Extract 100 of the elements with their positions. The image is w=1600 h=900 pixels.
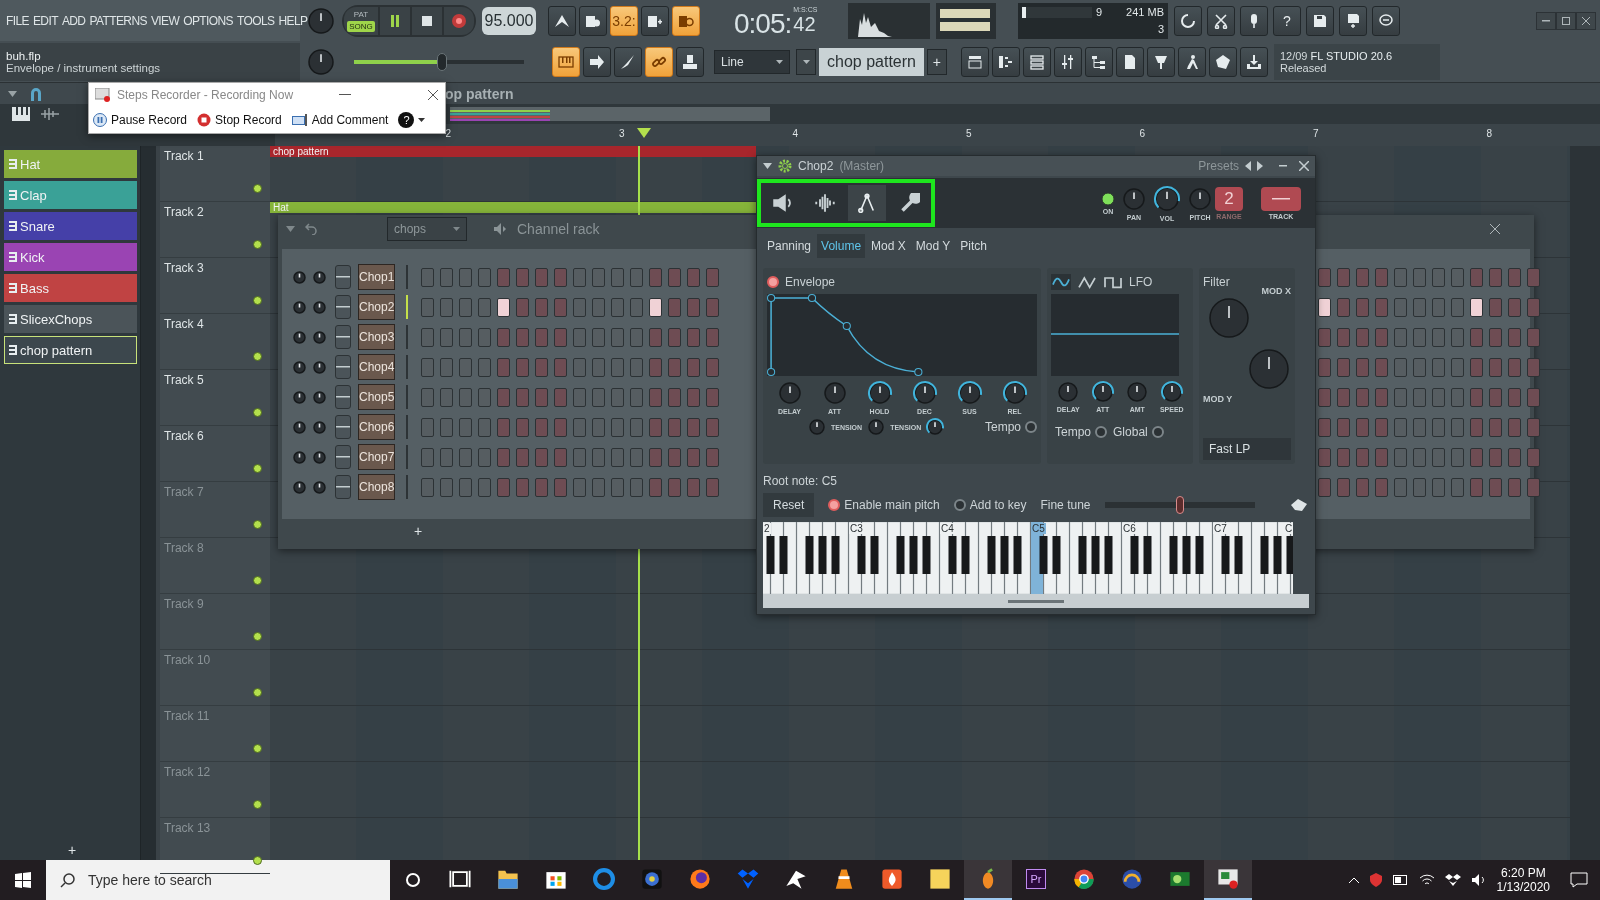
channel-button[interactable]: Chop7: [358, 444, 396, 470]
fine-tune-label: Fine tune: [1040, 498, 1091, 512]
window-subtitle: (Master): [839, 159, 885, 173]
cpu-reading: 9: [1096, 6, 1103, 18]
section-title: Filter: [1203, 275, 1230, 289]
section-title: LFO: [1129, 275, 1153, 289]
playlist-title[interactable]: op pattern: [445, 85, 514, 102]
bar-number: 8: [1486, 128, 1493, 139]
channel-button[interactable]: Chop2: [358, 294, 396, 320]
snap-dropdown[interactable]: Line: [714, 49, 790, 74]
track-name: Track 3: [164, 261, 204, 275]
octave-label: C7: [1213, 523, 1228, 534]
pattern-name: Bass: [20, 280, 49, 296]
target-tab[interactable]: Panning: [763, 234, 816, 258]
menu-item[interactable]: OPTIONS: [183, 13, 233, 28]
group-dropdown[interactable]: chops: [387, 217, 467, 241]
bar-number: 7: [1313, 128, 1319, 139]
tempo-display[interactable]: 95.000: [482, 6, 536, 35]
search-field[interactable]: Type here to search: [46, 860, 390, 900]
filter-type-dropdown[interactable]: Fast LP: [1203, 438, 1291, 460]
menu-item[interactable]: TOOLS: [236, 13, 275, 28]
track-name: Track 8: [164, 541, 204, 555]
pattern-song-switch[interactable]: PAT SONG: [344, 6, 378, 35]
option-label: Tempo: [984, 420, 1021, 434]
add-channel-button[interactable]: +: [407, 523, 429, 539]
channel-button[interactable]: Chop3: [358, 324, 396, 350]
octave-label: C5: [1031, 523, 1046, 534]
bar-number: 5: [966, 128, 972, 139]
menu-item[interactable]: EDIT: [32, 13, 58, 28]
pattern-name: chop pattern: [20, 342, 93, 358]
pattern-item[interactable]: SlicexChops: [4, 305, 137, 333]
option-label: Tempo: [1055, 425, 1092, 439]
octave-label: C3: [849, 523, 864, 534]
control-label: MOD X: [1261, 286, 1291, 296]
window-title: Steps Recorder - Recording Now: [117, 88, 294, 102]
add-button[interactable]: +: [61, 842, 83, 858]
target-tab[interactable]: Mod Y: [911, 234, 955, 258]
menu-item[interactable]: PATTERNS: [89, 13, 147, 28]
time-signature-button[interactable]: 3.2:: [610, 5, 638, 36]
track-name: Track 13: [164, 821, 211, 835]
add-pattern-button[interactable]: +: [926, 48, 947, 75]
channel-button[interactable]: Chop4: [358, 354, 396, 380]
reset-button[interactable]: Reset: [763, 493, 815, 517]
root-note-label: Root note: C5: [763, 474, 838, 488]
option-label: Global: [1113, 425, 1148, 439]
track-name: Track 6: [164, 429, 204, 443]
target-tab[interactable]: Volume: [817, 234, 866, 258]
pattern-item[interactable]: chop pattern: [4, 336, 137, 364]
range-box[interactable]: 2: [1215, 186, 1243, 211]
menu-item[interactable]: HELP: [278, 13, 308, 28]
pattern-selector[interactable]: chop pattern: [819, 47, 924, 76]
track-name: Track 11: [164, 709, 210, 723]
recorder-button[interactable]: Pause Record: [91, 113, 190, 127]
recorder-button[interactable]: Stop Record: [195, 113, 284, 127]
octave-label: C6: [1122, 523, 1137, 534]
octave-label: C: [1284, 523, 1294, 534]
channel-button[interactable]: Chop8: [358, 474, 396, 500]
track-name: Track 2: [164, 205, 204, 219]
target-tab[interactable]: Pitch: [956, 234, 991, 258]
pattern-name: Snare: [20, 218, 55, 234]
clock[interactable]: 6:20 PM 1/13/2020: [1496, 866, 1550, 894]
track-name: Track 10: [164, 653, 211, 667]
pattern-name: SlicexChops: [20, 311, 93, 327]
taskbar-app[interactable]: Pr: [1012, 860, 1060, 900]
window-title: Chop2: [798, 159, 834, 173]
recorder-button[interactable]: Add Comment: [289, 113, 391, 127]
menu-item[interactable]: ADD: [61, 13, 86, 28]
control-label: MOD Y: [1203, 394, 1234, 404]
pattern-item[interactable]: Snare: [4, 212, 137, 240]
option-label: Enable main pitch: [844, 498, 940, 512]
pattern-name: Kick: [20, 249, 45, 265]
pattern-name: Hat: [20, 156, 41, 172]
memory-reading: 241 MB: [1126, 6, 1164, 18]
channel-button[interactable]: Chop1: [358, 264, 396, 290]
app-icon: Pr: [1026, 869, 1046, 889]
channel-button[interactable]: Chop6: [358, 414, 396, 440]
section-title: Envelope: [785, 275, 836, 289]
target-tab[interactable]: Mod X: [867, 234, 910, 258]
octave-label: C4: [940, 523, 955, 534]
pattern-item[interactable]: Kick: [4, 243, 137, 271]
menu-item[interactable]: FILE: [6, 13, 29, 28]
octave-label: 2: [763, 523, 771, 534]
menu-item[interactable]: VIEW: [150, 13, 180, 28]
help-button[interactable]: ?: [1273, 5, 1301, 36]
news-panel[interactable]: 12/09 FL STUDIO 20.6 Released: [1273, 43, 1440, 80]
timeline-ruler[interactable]: 2 3 4 5 6 7 8: [275, 124, 1600, 146]
pattern-item[interactable]: Bass: [4, 274, 137, 302]
bar-number: 6: [1139, 128, 1146, 139]
window-title: Channel rack: [517, 221, 600, 237]
channel-button[interactable]: Chop5: [358, 384, 396, 410]
track-name: Track 1: [164, 149, 204, 163]
option-label: Add to key: [969, 498, 1027, 512]
track-name: Track 7: [164, 485, 204, 499]
pattern-clip[interactable]: chop pattern: [270, 146, 756, 157]
bar-number: 3: [619, 128, 625, 139]
bar-number: 4: [792, 128, 799, 139]
track-name: Track 12: [164, 765, 211, 779]
polyphony-reading: 3: [1157, 23, 1164, 35]
hint-panel: buh.flp Envelope / instrument settings: [0, 42, 300, 81]
track-name: Track 4: [164, 317, 204, 331]
